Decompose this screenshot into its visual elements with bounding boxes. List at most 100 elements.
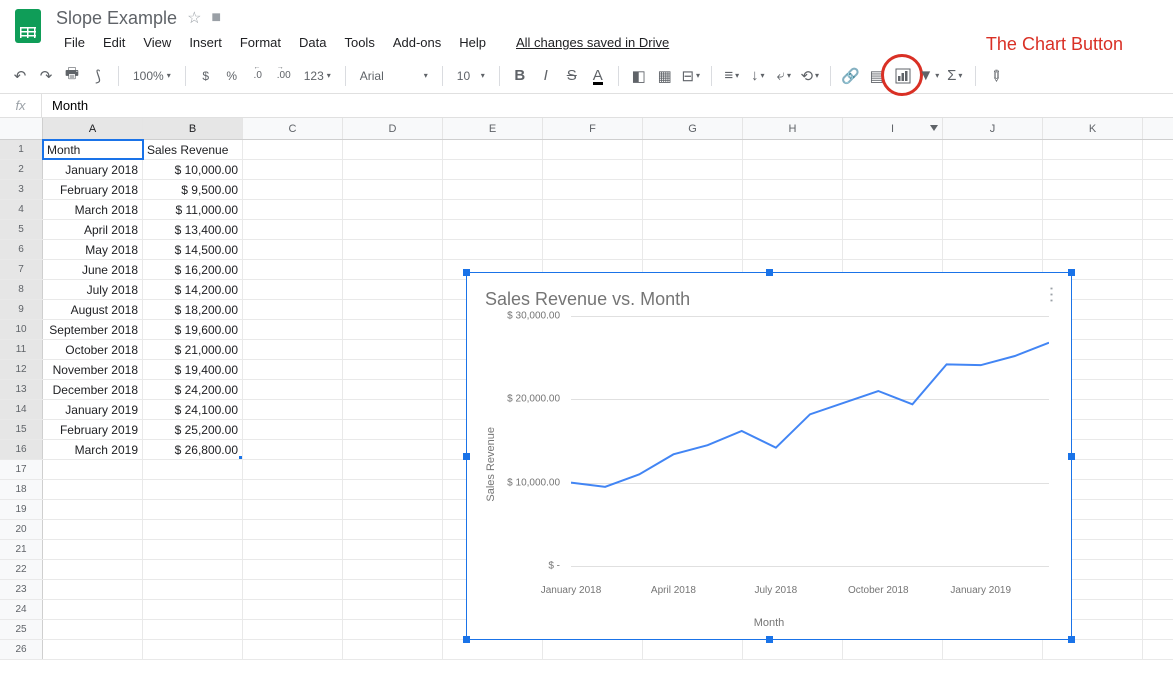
- cell[interactable]: [343, 440, 443, 459]
- currency-button[interactable]: $: [194, 64, 218, 88]
- row-header[interactable]: 15: [0, 420, 43, 439]
- cell[interactable]: [243, 280, 343, 299]
- cell[interactable]: [843, 200, 943, 219]
- text-wrap-button[interactable]: ⤶: [772, 64, 796, 88]
- filter-icon[interactable]: [930, 125, 938, 131]
- row-header[interactable]: 22: [0, 560, 43, 579]
- cell[interactable]: [643, 160, 743, 179]
- undo-button[interactable]: ↶: [8, 64, 32, 88]
- cell[interactable]: [543, 180, 643, 199]
- cell[interactable]: [343, 580, 443, 599]
- cell[interactable]: $ 19,600.00: [143, 320, 243, 339]
- horizontal-align-button[interactable]: ≡: [720, 64, 744, 88]
- cell[interactable]: Month: [43, 140, 143, 159]
- fx-icon[interactable]: fx: [0, 94, 42, 117]
- resize-handle[interactable]: [1068, 269, 1075, 276]
- star-icon[interactable]: ☆: [187, 8, 201, 28]
- insert-chart-button[interactable]: [891, 64, 915, 88]
- cell[interactable]: [743, 180, 843, 199]
- cell[interactable]: $ 9,500.00: [143, 180, 243, 199]
- strikethrough-button[interactable]: S: [560, 64, 584, 88]
- bold-button[interactable]: B: [508, 64, 532, 88]
- row-header[interactable]: 1: [0, 140, 43, 159]
- cell[interactable]: [243, 320, 343, 339]
- cell[interactable]: [243, 160, 343, 179]
- cell[interactable]: [43, 480, 143, 499]
- cell[interactable]: January 2018: [43, 160, 143, 179]
- row-header[interactable]: 16: [0, 440, 43, 459]
- cell[interactable]: [1043, 240, 1143, 259]
- spreadsheet-grid[interactable]: ABCDEFGHIJK 1MonthSales Revenue2January …: [0, 118, 1173, 660]
- resize-handle[interactable]: [766, 269, 773, 276]
- cell[interactable]: [243, 600, 343, 619]
- chart-menu-icon[interactable]: ⋯: [1041, 286, 1062, 302]
- resize-handle[interactable]: [1068, 453, 1075, 460]
- cell[interactable]: [243, 620, 343, 639]
- cell[interactable]: [243, 200, 343, 219]
- cell[interactable]: [543, 200, 643, 219]
- cell[interactable]: [443, 140, 543, 159]
- row-header[interactable]: 2: [0, 160, 43, 179]
- cell[interactable]: [343, 180, 443, 199]
- borders-button[interactable]: ▦: [653, 64, 677, 88]
- cell[interactable]: [343, 640, 443, 659]
- cell[interactable]: [943, 180, 1043, 199]
- cell[interactable]: [343, 420, 443, 439]
- cell[interactable]: May 2018: [43, 240, 143, 259]
- cell[interactable]: [243, 580, 343, 599]
- cell[interactable]: [343, 500, 443, 519]
- column-header[interactable]: G: [643, 118, 743, 139]
- cell[interactable]: [343, 200, 443, 219]
- cell[interactable]: [343, 300, 443, 319]
- menu-data[interactable]: Data: [291, 32, 334, 53]
- cell[interactable]: [143, 480, 243, 499]
- cell[interactable]: June 2018: [43, 260, 143, 279]
- cell[interactable]: [1043, 220, 1143, 239]
- text-rotation-button[interactable]: ⟲: [798, 64, 822, 88]
- cell[interactable]: [443, 640, 543, 659]
- cell[interactable]: [643, 200, 743, 219]
- cell[interactable]: [943, 640, 1043, 659]
- row-header[interactable]: 14: [0, 400, 43, 419]
- redo-button[interactable]: ↷: [34, 64, 58, 88]
- cell[interactable]: [243, 260, 343, 279]
- cell[interactable]: [343, 560, 443, 579]
- cell[interactable]: [343, 400, 443, 419]
- cell[interactable]: [543, 220, 643, 239]
- cell[interactable]: [343, 260, 443, 279]
- cell[interactable]: [843, 240, 943, 259]
- row-header[interactable]: 13: [0, 380, 43, 399]
- row-header[interactable]: 9: [0, 300, 43, 319]
- column-header[interactable]: D: [343, 118, 443, 139]
- column-header[interactable]: E: [443, 118, 543, 139]
- cell[interactable]: $ 24,200.00: [143, 380, 243, 399]
- cell[interactable]: [143, 520, 243, 539]
- cell[interactable]: [1043, 160, 1143, 179]
- cell[interactable]: [43, 520, 143, 539]
- row-header[interactable]: 4: [0, 200, 43, 219]
- cell[interactable]: [443, 180, 543, 199]
- hide-menus-button[interactable]: ✎: [979, 59, 1013, 93]
- cell[interactable]: $ 24,100.00: [143, 400, 243, 419]
- chart-object[interactable]: ⋯ Sales Revenue vs. Month Sales Revenue …: [466, 272, 1072, 640]
- cell[interactable]: [343, 540, 443, 559]
- increase-decimal-button[interactable]: .00→: [272, 64, 296, 88]
- cell[interactable]: [243, 180, 343, 199]
- column-header[interactable]: H: [743, 118, 843, 139]
- column-header[interactable]: A: [43, 118, 143, 139]
- cell[interactable]: [443, 200, 543, 219]
- cell[interactable]: December 2018: [43, 380, 143, 399]
- cell[interactable]: [243, 480, 343, 499]
- cell[interactable]: [543, 240, 643, 259]
- cell[interactable]: [343, 360, 443, 379]
- row-header[interactable]: 17: [0, 460, 43, 479]
- cell[interactable]: August 2018: [43, 300, 143, 319]
- document-title[interactable]: Slope Example: [56, 8, 177, 29]
- cell[interactable]: $ 10,000.00: [143, 160, 243, 179]
- cell[interactable]: February 2019: [43, 420, 143, 439]
- cell[interactable]: [643, 240, 743, 259]
- cell[interactable]: [143, 500, 243, 519]
- cell[interactable]: [343, 160, 443, 179]
- cell[interactable]: [743, 140, 843, 159]
- cell[interactable]: [43, 580, 143, 599]
